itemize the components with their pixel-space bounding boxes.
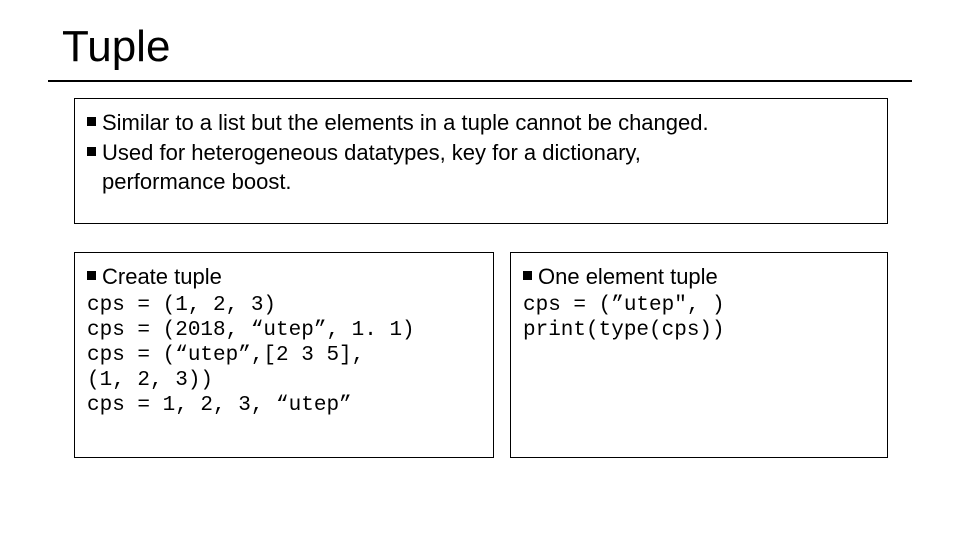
code-line: (1, 2, 3)) [87,368,481,393]
one-element-box: One element tuple cps = (”utep", ) print… [510,252,888,458]
box-heading: One element tuple [538,263,718,291]
create-tuple-box: Create tuple cps = (1, 2, 3) cps = (2018… [74,252,494,458]
code-line: cps = (“utep”,[2 3 5], [87,343,481,368]
slide: Tuple Similar to a list but the elements… [0,0,960,540]
title-underline [48,80,912,82]
bullet-item: Create tuple [87,263,481,291]
code-line: cps = 1, 2, 3, “utep” [87,393,481,418]
box-heading: Create tuple [102,263,222,291]
intro-box: Similar to a list but the elements in a … [74,98,888,224]
code-line: cps = (2018, “utep”, 1. 1) [87,318,481,343]
bullet-continuation: performance boost. [87,168,875,196]
bullet-item: One element tuple [523,263,875,291]
code-line: print(type(cps)) [523,318,875,343]
square-bullet-icon [523,271,532,280]
bullet-item: Used for heterogeneous datatypes, key fo… [87,139,875,167]
slide-title: Tuple [62,22,170,72]
square-bullet-icon [87,271,96,280]
square-bullet-icon [87,147,96,156]
square-bullet-icon [87,117,96,126]
bullet-text: Similar to a list but the elements in a … [102,109,709,137]
code-line: cps = (”utep", ) [523,293,875,318]
code-line: cps = (1, 2, 3) [87,293,481,318]
bullet-item: Similar to a list but the elements in a … [87,109,875,137]
bullet-text: Used for heterogeneous datatypes, key fo… [102,139,641,167]
